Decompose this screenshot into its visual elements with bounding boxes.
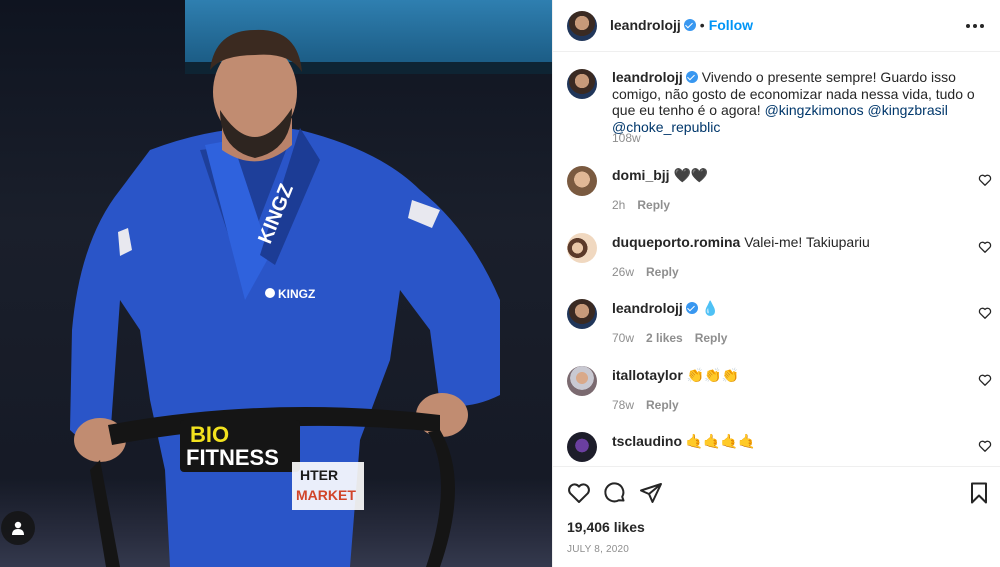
comment-time[interactable]: 70w <box>612 331 634 345</box>
comment-like-heart-icon[interactable] <box>978 306 992 320</box>
post-details-panel: leandrolojj • Follow leandrolojj Vivendo o… <box>552 0 1000 567</box>
mention-link[interactable]: @kingzbrasil <box>868 102 948 118</box>
chest-brand-text: KINGZ <box>278 287 315 301</box>
post-header: leandrolojj • Follow <box>553 0 1000 52</box>
comment-text: 👏👏👏 <box>686 367 739 383</box>
author-avatar[interactable] <box>567 11 597 41</box>
comment-username[interactable]: leandrolojj <box>612 300 683 316</box>
commenter-avatar[interactable] <box>567 299 597 329</box>
comment-text: 💧 <box>701 300 720 316</box>
reply-button[interactable]: Reply <box>637 198 670 212</box>
comment-meta: 78w Reply <box>612 398 679 412</box>
comment-time[interactable]: 2h <box>612 198 625 212</box>
comment-meta: 26w Reply <box>612 265 679 279</box>
caption-username[interactable]: leandrolojj <box>612 69 683 85</box>
mention-link[interactable]: @kingzkimonos <box>765 102 864 118</box>
comment-username[interactable]: duqueporto.romina <box>612 234 740 250</box>
commenter-avatar[interactable] <box>567 233 597 263</box>
heart-icon[interactable] <box>567 481 591 505</box>
caption-author-avatar[interactable] <box>567 69 597 99</box>
commenter-avatar[interactable] <box>567 366 597 396</box>
patch-text-line2: MARKET <box>296 487 356 503</box>
paper-plane-icon[interactable] <box>639 481 663 505</box>
reply-button[interactable]: Reply <box>646 398 679 412</box>
bookmark-icon[interactable] <box>967 481 991 505</box>
comment-item: itallotaylor 👏👏👏 <box>612 367 962 384</box>
comment-likes-count[interactable]: 2 likes <box>646 331 683 345</box>
comment-text: Valei-me! Takiupariu <box>744 234 870 250</box>
comment-time[interactable]: 78w <box>612 398 634 412</box>
follow-button[interactable]: Follow <box>709 17 753 33</box>
likes-count[interactable]: 19,406 likes <box>567 519 645 535</box>
post-date[interactable]: July 8, 2020 <box>567 544 629 555</box>
verified-badge-icon <box>685 302 698 314</box>
caption-timestamp[interactable]: 108w <box>612 131 641 145</box>
reply-button[interactable]: Reply <box>695 331 728 345</box>
author-username[interactable]: leandrolojj <box>610 17 681 33</box>
comment-like-heart-icon[interactable] <box>978 240 992 254</box>
commenter-avatar[interactable] <box>567 432 597 462</box>
comments-scroll-area[interactable]: leandrolojj Vivendo o presente sempre! G… <box>553 53 1000 465</box>
comment-like-heart-icon[interactable] <box>978 439 992 453</box>
comment-username[interactable]: tsclaudino <box>612 433 682 449</box>
user-tag-button[interactable] <box>1 511 35 545</box>
comment-meta: 70w 2 likes Reply <box>612 331 727 345</box>
post-caption: leandrolojj Vivendo o presente sempre! G… <box>612 69 982 135</box>
patch-text-line1: HTER <box>300 467 338 483</box>
post-photo[interactable]: BIO FITNESS HTER MARKET KINGZ KINGZ <box>0 0 552 567</box>
commenter-avatar[interactable] <box>567 166 597 196</box>
comment-bubble-icon[interactable] <box>603 481 627 505</box>
person-icon <box>12 521 24 535</box>
comment-item: leandrolojj 💧 <box>612 300 962 317</box>
reply-button[interactable]: Reply <box>646 265 679 279</box>
comment-username[interactable]: itallotaylor <box>612 367 683 383</box>
belt-text-line2: FITNESS <box>186 445 279 470</box>
separator-dot: • <box>699 17 705 33</box>
verified-badge-icon <box>683 19 696 31</box>
comment-text: 🤙🤙🤙🤙 <box>685 433 756 449</box>
comment-text: 🖤🖤 <box>673 167 709 183</box>
comment-username[interactable]: domi_bjj <box>612 167 670 183</box>
belt-text-line1: BIO <box>190 422 229 447</box>
comment-item: tsclaudino 🤙🤙🤙🤙 <box>612 433 962 450</box>
comment-like-heart-icon[interactable] <box>978 373 992 387</box>
verified-badge-icon <box>685 71 698 83</box>
comment-meta: 2h Reply <box>612 198 670 212</box>
athlete-illustration: BIO FITNESS HTER MARKET KINGZ KINGZ <box>70 29 500 567</box>
more-options-icon[interactable] <box>963 14 987 38</box>
comment-time[interactable]: 26w <box>612 265 634 279</box>
post-actions-bar: 19,406 likes July 8, 2020 <box>553 466 1000 567</box>
comment-like-heart-icon[interactable] <box>978 173 992 187</box>
comment-item: domi_bjj 🖤🖤 <box>612 167 962 184</box>
comment-item: duqueporto.romina Valei-me! Takiupariu <box>612 234 962 251</box>
